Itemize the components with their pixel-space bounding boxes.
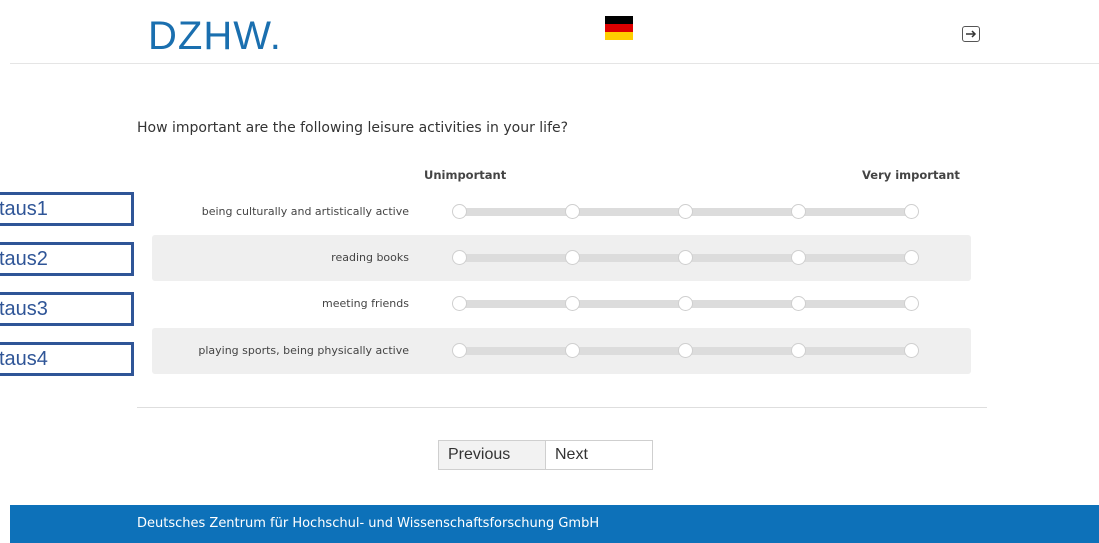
radio-option[interactable] xyxy=(565,204,580,219)
footer: Deutsches Zentrum für Hochschul- und Wis… xyxy=(10,505,1099,543)
row-label: reading books xyxy=(331,251,409,264)
radio-option[interactable] xyxy=(904,204,919,219)
footer-text: Deutsches Zentrum für Hochschul- und Wis… xyxy=(137,516,600,531)
radio-option[interactable] xyxy=(678,250,693,265)
row-label: playing sports, being physically active xyxy=(198,344,409,357)
logout-icon[interactable] xyxy=(962,26,980,42)
radio-option[interactable] xyxy=(452,343,467,358)
radio-option[interactable] xyxy=(678,204,693,219)
radio-option[interactable] xyxy=(791,250,806,265)
variable-tag: taus3 xyxy=(0,292,134,326)
content-divider xyxy=(137,407,987,408)
matrix-row-1: being culturally and artistically active xyxy=(152,189,971,235)
radio-option[interactable] xyxy=(565,296,580,311)
radio-option[interactable] xyxy=(678,343,693,358)
next-button[interactable]: Next xyxy=(545,440,653,470)
header-divider xyxy=(10,63,1099,64)
radio-option[interactable] xyxy=(452,204,467,219)
radio-option[interactable] xyxy=(678,296,693,311)
radio-option[interactable] xyxy=(452,250,467,265)
radio-option[interactable] xyxy=(904,250,919,265)
matrix-row-4: playing sports, being physically active xyxy=(152,328,971,374)
variable-tag: taus2 xyxy=(0,242,134,276)
matrix-row-3: meeting friends xyxy=(152,281,971,327)
radio-option[interactable] xyxy=(791,204,806,219)
radio-option[interactable] xyxy=(565,250,580,265)
row-label: meeting friends xyxy=(322,297,409,310)
matrix-row-2: reading books xyxy=(152,235,971,281)
radio-option[interactable] xyxy=(565,343,580,358)
scale-max-label: Very important xyxy=(862,168,960,182)
german-flag-icon[interactable] xyxy=(605,16,633,40)
variable-tag: taus1 xyxy=(0,192,134,226)
radio-option[interactable] xyxy=(452,296,467,311)
previous-button[interactable]: Previous xyxy=(438,440,546,470)
variable-tag: taus4 xyxy=(0,342,134,376)
dzhw-logo: DZHW. xyxy=(148,14,282,58)
radio-option[interactable] xyxy=(791,296,806,311)
radio-option[interactable] xyxy=(904,343,919,358)
question-text: How important are the following leisure … xyxy=(137,120,569,136)
radio-option[interactable] xyxy=(791,343,806,358)
row-label: being culturally and artistically active xyxy=(201,205,409,218)
scale-min-label: Unimportant xyxy=(424,168,507,182)
radio-option[interactable] xyxy=(904,296,919,311)
